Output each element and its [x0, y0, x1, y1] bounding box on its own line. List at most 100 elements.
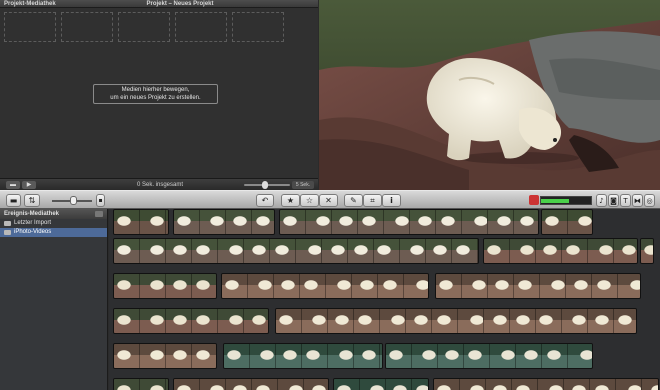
photo-browser-icon: ◙ [610, 196, 617, 205]
clip-frame-thumbnail [618, 274, 640, 298]
clip-frame-thumbnail [328, 309, 354, 333]
event-clip[interactable] [113, 343, 217, 369]
music-browser-button[interactable]: ♪ [596, 194, 607, 207]
mark-favorite-button[interactable]: ★ [281, 194, 300, 207]
clip-frame-thumbnail [614, 309, 636, 333]
reject-button[interactable]: ✕ [319, 194, 338, 207]
clip-frame-thumbnail [334, 379, 360, 390]
clip-size-icon[interactable]: ▪ [96, 194, 105, 207]
project-zoom-slider-thumb[interactable] [262, 181, 268, 189]
swap-events-projects-button[interactable]: ⇅ [24, 194, 40, 207]
clip-frame-thumbnail [328, 344, 354, 368]
clip-frame-thumbnail [348, 239, 374, 263]
project-pane-titlebar: Projekt-Mediathek Projekt – Neues Projek… [0, 0, 318, 8]
title-browser-button[interactable]: T [620, 194, 631, 207]
event-clip[interactable] [113, 238, 479, 264]
clip-frame-thumbnail [114, 309, 140, 333]
clip-frame-thumbnail [460, 379, 486, 390]
clip-row [109, 238, 660, 265]
event-clip[interactable] [173, 209, 275, 235]
clip-frame-thumbnail [322, 239, 348, 263]
thumbnail-size-thumb[interactable] [70, 196, 77, 205]
photo-browser-button[interactable]: ◙ [608, 194, 619, 207]
clip-frame-thumbnail [538, 379, 564, 390]
clip-frame-thumbnail [486, 379, 512, 390]
clip-frame-thumbnail [332, 210, 358, 234]
project-placeholder-slot [4, 12, 56, 42]
clip-frame-thumbnail [300, 274, 326, 298]
clip-frame-thumbnail [140, 210, 166, 234]
event-clip[interactable] [113, 273, 217, 299]
clip-frame-thumbnail [166, 239, 192, 263]
event-clip[interactable] [223, 343, 383, 369]
event-clip[interactable] [173, 378, 329, 390]
map-browser-button[interactable]: ◎ [644, 194, 655, 207]
clip-frame-thumbnail [244, 309, 268, 333]
event-clip[interactable] [435, 273, 641, 299]
clip-frame-thumbnail [404, 274, 428, 298]
clip-row [109, 273, 660, 300]
video-viewer[interactable] [319, 0, 660, 190]
map-browser-icon: ◎ [646, 196, 653, 205]
clip-frame-thumbnail [166, 274, 192, 298]
clip-frame-thumbnail [436, 210, 462, 234]
play-project-button[interactable]: ▶ [22, 181, 36, 189]
eyedropper-button[interactable]: ✎ [344, 194, 363, 207]
clip-frame-thumbnail [354, 344, 380, 368]
project-pane: Projekt-Mediathek Projekt – Neues Projek… [0, 0, 318, 190]
music-browser-icon: ♪ [599, 196, 604, 205]
project-library-toggle-button[interactable]: ▬ [6, 181, 20, 189]
clip-frame-thumbnail [280, 210, 306, 234]
library-item-letzter-import[interactable]: Letzter Import [0, 219, 107, 228]
transition-browser-button[interactable]: ⧓ [632, 194, 643, 207]
event-clip[interactable] [433, 378, 659, 390]
event-clip[interactable] [333, 378, 429, 390]
project-placeholder-slot [61, 12, 113, 42]
clip-frame-thumbnail [540, 274, 566, 298]
clip-frame-thumbnail [426, 239, 452, 263]
unmark-button[interactable]: ☆ [300, 194, 319, 207]
library-item-iphoto-videos[interactable]: iPhoto-Videos [0, 228, 107, 237]
clip-frame-thumbnail [412, 379, 428, 390]
drop-hint-box[interactable]: Medien hierher bewegen, um ein neues Pro… [93, 84, 218, 104]
clip-frame-thumbnail [114, 210, 140, 234]
project-placeholder-slot [175, 12, 227, 42]
clip-frame-thumbnail [174, 379, 200, 390]
crop-button[interactable]: ⌗ [363, 194, 382, 207]
clip-frame-thumbnail [452, 239, 478, 263]
clip-frame-thumbnail [352, 274, 378, 298]
clip-frame-thumbnail [244, 239, 270, 263]
clip-frame-thumbnail [386, 344, 412, 368]
clip-frame-thumbnail [592, 274, 618, 298]
event-clip[interactable] [113, 378, 169, 390]
project-library-title[interactable]: Projekt-Mediathek [4, 0, 56, 8]
info-button[interactable]: i [382, 194, 401, 207]
event-clip[interactable] [640, 238, 654, 264]
title-browser-icon: T [623, 196, 628, 205]
library-toggle-button[interactable]: ▬ [6, 194, 21, 207]
event-clip[interactable] [385, 343, 593, 369]
event-clip[interactable] [221, 273, 429, 299]
event-clip[interactable] [275, 308, 637, 334]
event-clip[interactable] [279, 209, 539, 235]
undo-button[interactable]: ↶ [256, 194, 274, 207]
project-footer: ▬ ▶ 0 Sek. insgesamt 5 Sek. [0, 178, 318, 190]
event-clip[interactable] [541, 209, 593, 235]
clip-frame-thumbnail [432, 309, 458, 333]
clip-frame-thumbnail [306, 210, 332, 234]
event-clip[interactable] [483, 238, 638, 264]
clip-frame-thumbnail [358, 210, 384, 234]
clip-frame-thumbnail [226, 379, 252, 390]
clip-frame-thumbnail [478, 239, 479, 263]
event-library-header: Ereignis-Mediathek [0, 209, 107, 219]
imovie-window: Projekt-Mediathek Projekt – Neues Projek… [0, 0, 660, 390]
clip-frame-thumbnail [252, 210, 274, 234]
project-title: Projekt – Neues Projekt [146, 1, 214, 7]
audio-mute-icon[interactable] [529, 195, 539, 205]
clip-browser[interactable] [109, 209, 660, 390]
library-eject-icon[interactable] [95, 211, 103, 217]
event-clip[interactable] [113, 308, 269, 334]
event-clip[interactable] [113, 209, 169, 235]
clip-frame-thumbnail [140, 274, 166, 298]
clip-frame-thumbnail [542, 344, 568, 368]
